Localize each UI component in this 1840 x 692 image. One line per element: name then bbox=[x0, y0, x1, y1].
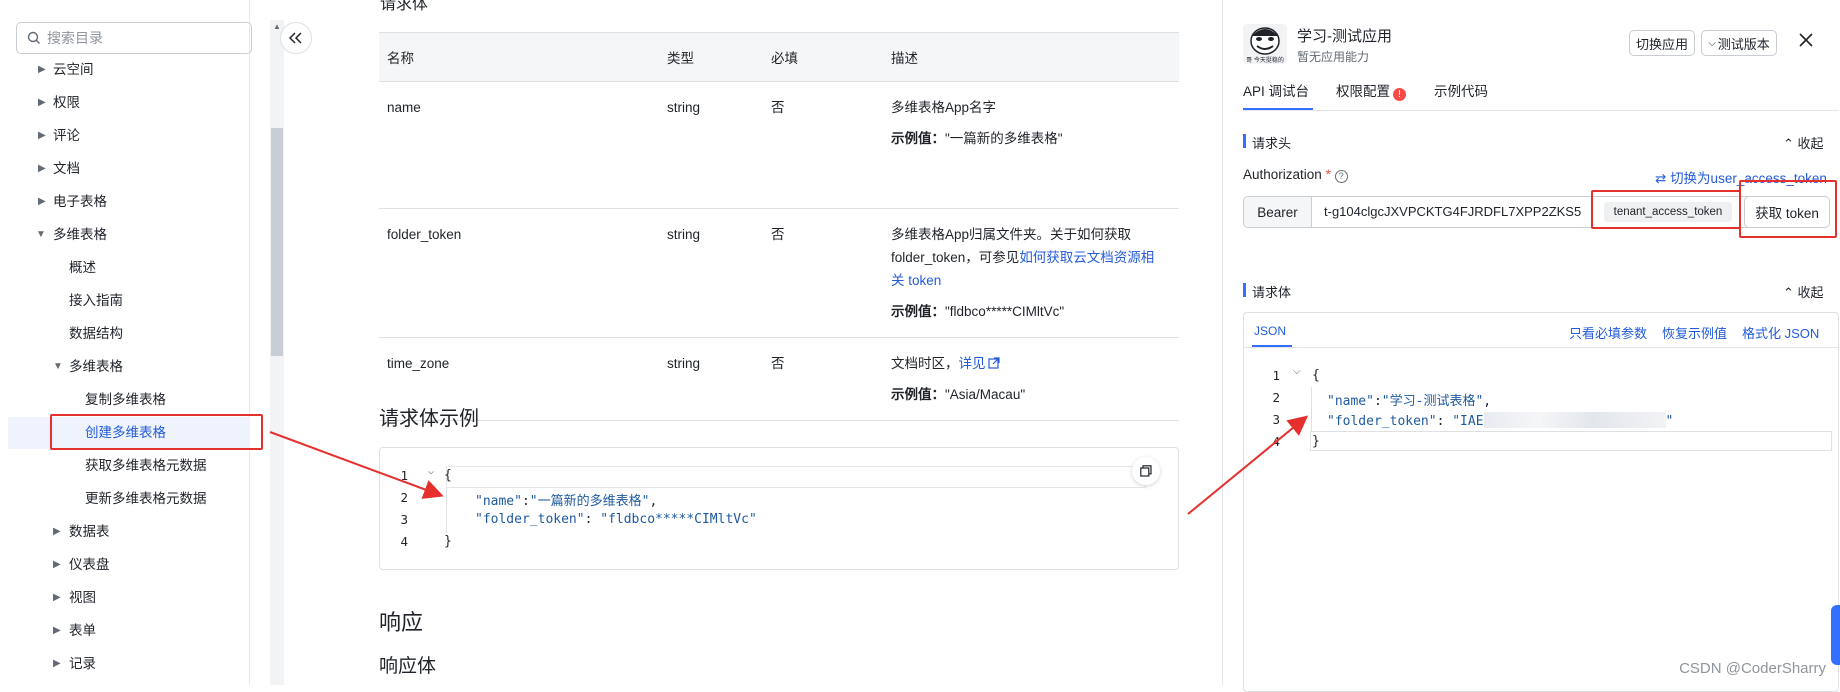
annotation-arrow bbox=[1188, 418, 1305, 514]
annotation-arrow bbox=[270, 432, 440, 495]
watermark: CSDN @CoderSharry bbox=[1679, 660, 1826, 677]
annotation-arrows bbox=[0, 0, 1840, 685]
